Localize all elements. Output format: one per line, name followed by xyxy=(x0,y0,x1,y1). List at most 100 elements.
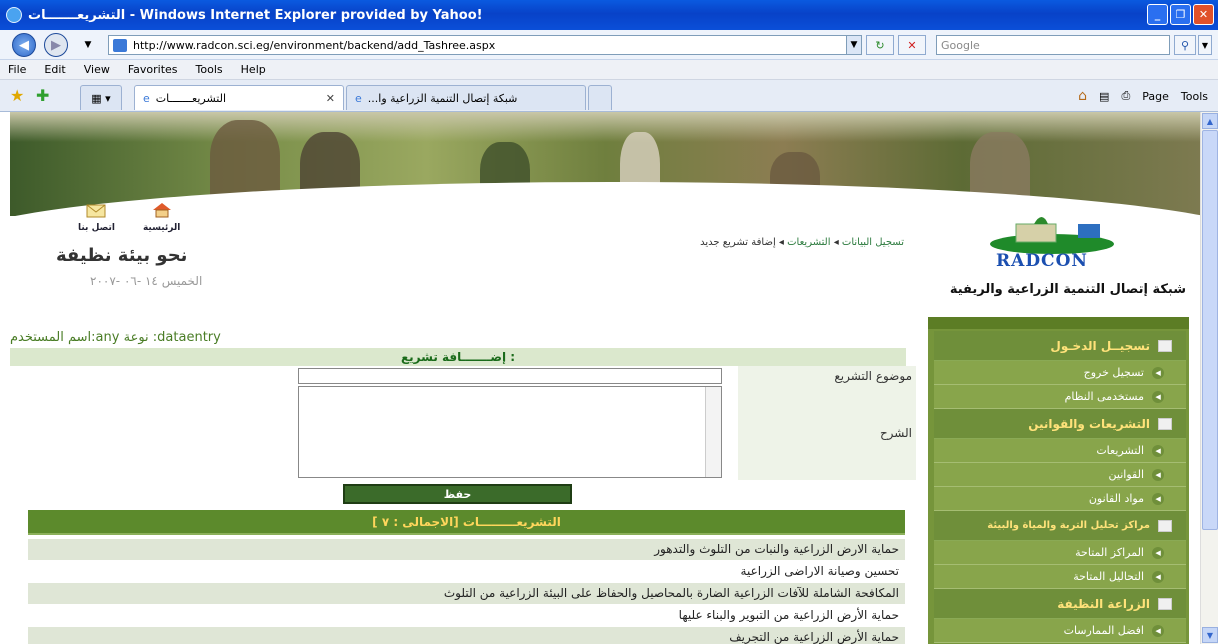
menu-view[interactable]: View xyxy=(84,63,110,76)
sidebar-item-best-practices[interactable]: ◀ افضل الممارسات xyxy=(934,619,1186,643)
sidebar-section-laws[interactable]: التشريعات والقوانين xyxy=(934,409,1186,439)
bullet-icon: ◀ xyxy=(1152,546,1164,559)
list-item[interactable]: المكافحة الشاملة للآفات الزراعية الضارة … xyxy=(28,583,905,604)
slogan: نحو بيئة نظيفة xyxy=(56,245,188,266)
menu-favorites[interactable]: Favorites xyxy=(128,63,178,76)
list-item[interactable]: حماية الارض الزراعية والنبات من التلوث و… xyxy=(28,539,905,560)
page-icon xyxy=(113,38,127,52)
sidebar-item-logout[interactable]: ◀ تسجيل خروج xyxy=(934,361,1186,385)
tab-active-label: التشريعـــــــات xyxy=(155,91,227,105)
bullet-icon: ◀ xyxy=(1152,570,1164,583)
add-favorites-icon[interactable]: ✚ xyxy=(36,86,49,105)
sidebar-item-available-centers[interactable]: ◀ المراكز المتاحة xyxy=(934,541,1186,565)
home-icon[interactable]: ⌂ xyxy=(1078,88,1087,104)
breadcrumb-current: إضافة تشريع جديد xyxy=(700,237,776,248)
menu-help[interactable]: Help xyxy=(241,63,266,76)
sidebar-item-law-articles[interactable]: ◀ مواد القانون xyxy=(934,487,1186,511)
close-tab-icon[interactable]: ✕ xyxy=(326,92,335,105)
url-text: http://www.radcon.sci.eg/environment/bac… xyxy=(133,38,496,52)
search-input[interactable]: Google xyxy=(936,35,1170,55)
refresh-icon[interactable]: ↻ xyxy=(866,35,894,55)
bullet-icon: ◀ xyxy=(1152,468,1164,481)
address-toolbar: ◀ ▶ ▼ http://www.radcon.sci.eg/environme… xyxy=(0,30,1218,60)
textarea-scrollbar[interactable] xyxy=(705,387,721,477)
sidebar-section-login[interactable]: تسجيــل الدخـول xyxy=(934,331,1186,361)
list-item[interactable]: حماية الأرض الزراعية من التبوير والبناء … xyxy=(28,605,905,626)
menu-file[interactable]: File xyxy=(8,63,26,76)
envelope-icon xyxy=(86,204,106,218)
tab-active[interactable]: e التشريعـــــــات ✕ xyxy=(134,85,344,110)
logo-text: RADCON xyxy=(996,251,1088,271)
tools-menu-button[interactable]: Tools xyxy=(1181,90,1208,103)
menu-bar: File Edit View Favorites Tools Help xyxy=(0,60,1218,80)
scroll-up-icon[interactable]: ▲ xyxy=(1202,113,1218,129)
page-scrollbar[interactable]: ▲ ▼ xyxy=(1200,112,1218,644)
list-item[interactable]: حماية الأرض الزراعية من التجريف xyxy=(28,627,905,644)
window-titlebar: التشريعـــــــات - Windows Internet Expl… xyxy=(0,0,1218,30)
menu-tools[interactable]: Tools xyxy=(196,63,223,76)
bullet-icon: ◀ xyxy=(1152,390,1164,403)
bullet-icon: ◀ xyxy=(1152,366,1164,379)
page-menu-button[interactable]: Page xyxy=(1142,90,1169,103)
ie-tab-icon: e xyxy=(355,91,362,105)
new-tab-button[interactable] xyxy=(588,85,612,110)
back-arrow-icon[interactable]: ◀ xyxy=(12,33,36,57)
bullet-icon: ◀ xyxy=(1152,492,1164,505)
restore-button[interactable]: ❐ xyxy=(1170,4,1191,25)
breadcrumb-data-entry[interactable]: تسجيل البيانات xyxy=(842,237,904,248)
scroll-down-icon[interactable]: ▼ xyxy=(1202,627,1218,643)
folder-icon xyxy=(1158,597,1172,610)
list-item[interactable]: تحسين وصيانة الاراضى الزراعية xyxy=(28,561,905,582)
sidebar-item-system-users[interactable]: ◀ مستخدمى النظام xyxy=(934,385,1186,409)
legislation-list-header: التشريعـــــــــات [الاجمالى : ٧ ] xyxy=(28,510,905,535)
breadcrumb-separator: ◂ xyxy=(778,237,784,248)
search-icon[interactable]: ⚲ xyxy=(1174,35,1196,55)
print-icon[interactable]: ⎙ xyxy=(1121,89,1130,103)
palm-logo-icon xyxy=(990,217,1114,254)
menu-edit[interactable]: Edit xyxy=(44,63,65,76)
bullet-icon: ◀ xyxy=(1152,624,1164,637)
address-dropdown-icon[interactable]: ▼ xyxy=(846,35,862,55)
forward-arrow-icon[interactable]: ▶ xyxy=(44,33,68,57)
tab-inactive[interactable]: e ...شبكة إتصال التنمية الزراعية وا xyxy=(346,85,586,110)
tabs-bar: ★ ✚ ▦ ▾ e التشريعـــــــات ✕ e ...شبكة إ… xyxy=(0,80,1218,112)
radcon-logo[interactable]: RADCON xyxy=(986,210,1118,271)
user-info: اسم المستخدم:any نوعة :dataentry xyxy=(10,330,221,345)
sidebar-item-laws[interactable]: ◀ القوانين xyxy=(934,463,1186,487)
favorites-star-icon[interactable]: ★ xyxy=(10,86,24,105)
minimize-button[interactable]: _ xyxy=(1147,4,1168,25)
history-dropdown-icon[interactable]: ▼ xyxy=(80,35,96,55)
feeds-icon[interactable]: ▤ xyxy=(1099,90,1109,103)
organization-name: شبكة إتصال التنمية الزراعية والريفية xyxy=(949,282,1186,297)
sidebar-item-legislation[interactable]: ◀ التشريعات xyxy=(934,439,1186,463)
save-button[interactable]: حفظ xyxy=(343,484,572,504)
search-options-icon[interactable]: ▼ xyxy=(1198,35,1212,55)
form-title: إضـــــــافة تشريع : xyxy=(10,348,906,366)
address-input[interactable]: http://www.radcon.sci.eg/environment/bac… xyxy=(108,35,862,55)
header-banner-image xyxy=(10,112,1200,216)
quick-tabs-button[interactable]: ▦ ▾ xyxy=(80,85,122,110)
ie-icon xyxy=(6,7,22,23)
scrollbar-thumb[interactable] xyxy=(1202,130,1218,530)
home-link[interactable]: الرئيسية xyxy=(143,202,180,233)
window-title: التشريعـــــــات - Windows Internet Expl… xyxy=(28,7,483,23)
stop-icon[interactable]: ✕ xyxy=(898,35,926,55)
breadcrumb-legislation[interactable]: التشريعات xyxy=(787,237,830,248)
description-textarea[interactable] xyxy=(298,386,722,478)
folder-icon xyxy=(1158,519,1172,532)
breadcrumb: تسجيل البيانات ◂ التشريعات ◂ إضافة تشريع… xyxy=(700,237,904,248)
command-bar: ⌂ ▤ ⎙ Page Tools xyxy=(1078,88,1208,104)
sidebar-menu: تسجيــل الدخـول ◀ تسجيل خروج ◀ مستخدمى الن… xyxy=(928,317,1189,644)
sidebar-section-labs[interactable]: مراكز تحليل التربة والمياة والبيئة xyxy=(934,511,1186,541)
contact-link[interactable]: اتصل بنا xyxy=(78,202,115,233)
sidebar-section-clean-agriculture[interactable]: الزراعة النظيفة xyxy=(934,589,1186,619)
description-label: الشرح xyxy=(738,386,916,480)
ie-tab-icon: e xyxy=(143,91,150,105)
close-window-button[interactable]: ✕ xyxy=(1193,4,1214,25)
bullet-icon: ◀ xyxy=(1152,444,1164,457)
subject-input[interactable] xyxy=(298,368,722,384)
current-date: الخميس ١٤ -٠٦ -٢٠٠٧ xyxy=(90,274,203,288)
house-icon xyxy=(152,203,171,218)
page-viewport: اتصل بنا الرئيسية نحو بيئة نظيفة الخميس … xyxy=(0,112,1200,644)
sidebar-item-available-tests[interactable]: ◀ التحاليل المتاحة xyxy=(934,565,1186,589)
